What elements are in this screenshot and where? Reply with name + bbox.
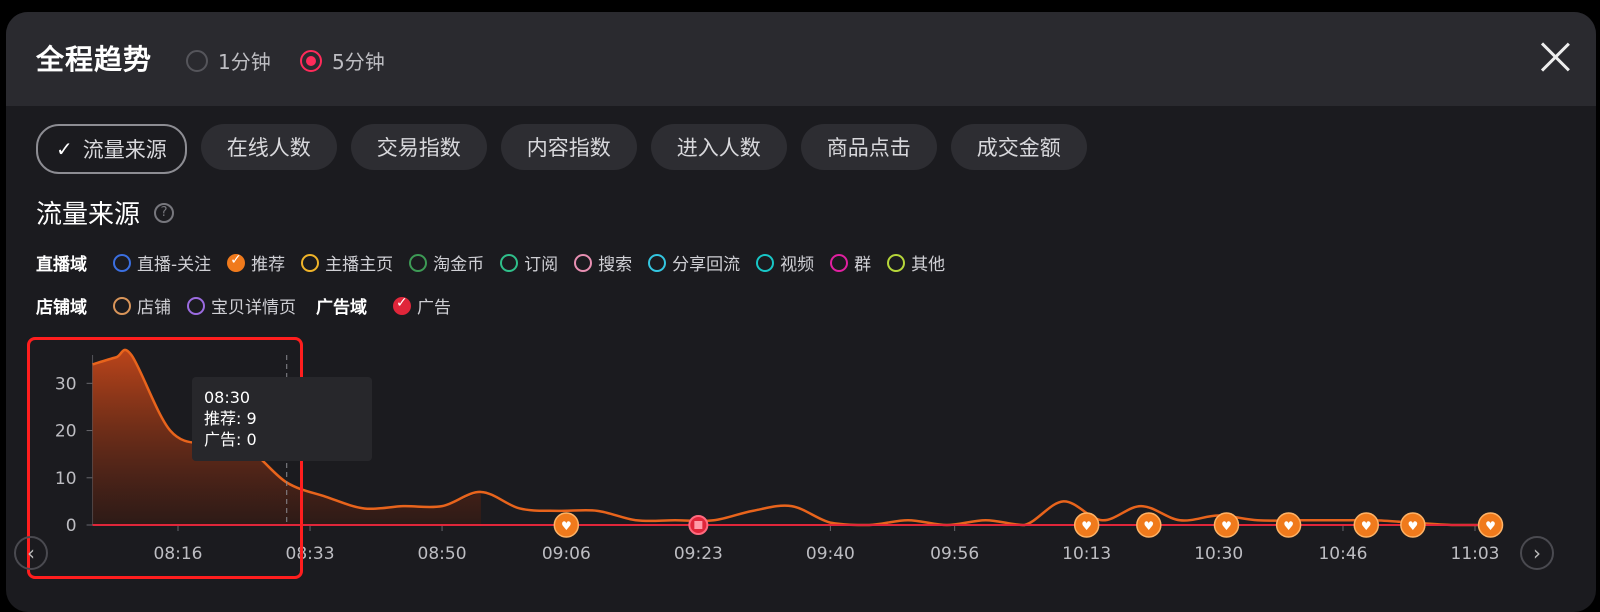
legend-label: 直播-关注: [137, 255, 212, 275]
legend-item[interactable]: 主播主页: [301, 250, 393, 275]
close-icon[interactable]: [1538, 40, 1572, 74]
circle-icon: [409, 253, 428, 272]
x-tick-label: 10:13: [1062, 544, 1111, 564]
x-tick-label: 11:03: [1451, 544, 1500, 564]
legend-item[interactable]: 广告: [393, 293, 451, 318]
live-marker-icon: ♥: [1283, 519, 1294, 533]
x-tick-label: 09:23: [674, 544, 723, 564]
live-marker-icon: ♥: [1221, 519, 1232, 533]
chart-tooltip: 08:30 推荐: 9 广告: 0: [192, 377, 372, 461]
legend-item[interactable]: 店铺: [113, 293, 171, 318]
dialog-header: 全程趋势 1分钟 5分钟: [6, 12, 1596, 106]
circle-icon: [830, 253, 849, 272]
tab-gmv[interactable]: 成交金额: [950, 124, 1087, 170]
legend-group-label: 广告域: [316, 298, 367, 318]
live-marker-icon: ♥: [1361, 519, 1372, 533]
tab-product-clicks[interactable]: 商品点击: [800, 124, 937, 170]
x-tick-label: 08:50: [418, 544, 467, 564]
check-icon: ✓: [56, 137, 73, 161]
live-marker-icon: ♥: [1081, 519, 1092, 533]
tooltip-ad: 广告: 0: [204, 430, 257, 449]
live-marker-icon: ♥: [1407, 519, 1418, 533]
tab-trade-index[interactable]: 交易指数: [350, 124, 487, 170]
radio-5min[interactable]: 5分钟: [300, 46, 385, 75]
legend-item[interactable]: 视频: [756, 250, 814, 275]
live-marker-icon: ♥: [1485, 519, 1496, 533]
legend-label: 广告: [417, 298, 451, 318]
legend-row-live: 直播域 直播-关注 推荐 主播主页 淘金币 订阅 搜索 分享回流 视频 群 其他: [36, 250, 961, 276]
legend-item[interactable]: 其他: [887, 250, 945, 275]
legend-label: 宝贝详情页: [211, 298, 296, 318]
circle-icon: [574, 253, 593, 272]
circle-icon: [887, 253, 906, 272]
x-tick-label: 10:30: [1194, 544, 1243, 564]
legend-label: 群: [854, 255, 872, 275]
circle-icon: [187, 296, 205, 315]
radio-dot-selected: [300, 49, 322, 72]
metric-tabs: ✓ 流量来源 在线人数 交易指数 内容指数 进入人数 商品点击 成交金额: [36, 124, 1087, 174]
legend-label: 订阅: [524, 255, 559, 275]
circle-icon: [301, 253, 320, 272]
tab-entries[interactable]: 进入人数: [650, 124, 787, 170]
legend-label: 分享回流: [672, 255, 741, 275]
dialog-title: 全程趋势: [36, 43, 153, 76]
legend-label: 推荐: [251, 255, 286, 275]
tooltip-time: 08:30: [204, 388, 251, 407]
tooltip-recommend: 推荐: 9: [204, 409, 257, 428]
legend-label: 其他: [911, 255, 946, 275]
next-arrow-icon[interactable]: ›: [1520, 536, 1554, 570]
legend-item[interactable]: 直播-关注: [113, 250, 211, 275]
x-tick-label: 10:46: [1318, 544, 1367, 564]
legend-item[interactable]: 淘金币: [409, 250, 484, 275]
radio-label: 5分钟: [332, 50, 385, 74]
legend-group-label: 直播域: [36, 255, 87, 275]
legend-group-label: 店铺域: [36, 298, 87, 318]
circle-icon: [648, 253, 667, 272]
tab-traffic-source[interactable]: ✓ 流量来源: [36, 124, 187, 174]
legend-item[interactable]: 搜索: [574, 250, 632, 275]
prev-arrow-icon[interactable]: ‹: [14, 536, 48, 570]
legend-item[interactable]: 推荐: [227, 250, 285, 275]
radio-1min[interactable]: 1分钟: [186, 46, 271, 75]
legend-label: 店铺: [137, 298, 171, 318]
circle-icon: [113, 253, 131, 272]
legend-row-shop: 店铺域 店铺 宝贝详情页广告域 广告: [36, 293, 467, 319]
legend-item[interactable]: 群: [830, 250, 871, 275]
section-title: 流量来源 ?: [36, 194, 175, 231]
checked-circle-icon: [227, 252, 246, 272]
x-tick-label: 09:06: [542, 544, 591, 564]
live-marker-icon: ♥: [1143, 519, 1154, 533]
legend-item[interactable]: 分享回流: [648, 250, 740, 275]
checked-circle-icon: [393, 295, 411, 315]
radio-dot: [186, 49, 208, 72]
live-marker-icon: ♥: [561, 519, 572, 533]
x-tick-label: 09:40: [806, 544, 855, 564]
ad-marker-core: [694, 521, 703, 529]
tab-online-users[interactable]: 在线人数: [200, 124, 337, 170]
tab-content-index[interactable]: 内容指数: [500, 124, 637, 170]
legend-label: 淘金币: [433, 255, 485, 275]
help-icon[interactable]: ?: [154, 202, 175, 223]
legend-label: 视频: [780, 255, 815, 275]
x-tick-label: 09:56: [930, 544, 979, 564]
circle-icon: [500, 253, 519, 272]
legend-label: 搜索: [598, 255, 633, 275]
legend-label: 主播主页: [325, 255, 394, 275]
legend-item[interactable]: 宝贝详情页: [187, 293, 296, 318]
radio-label: 1分钟: [218, 50, 271, 74]
legend-item[interactable]: 订阅: [500, 250, 558, 275]
circle-icon: [113, 296, 131, 315]
circle-icon: [756, 253, 775, 272]
